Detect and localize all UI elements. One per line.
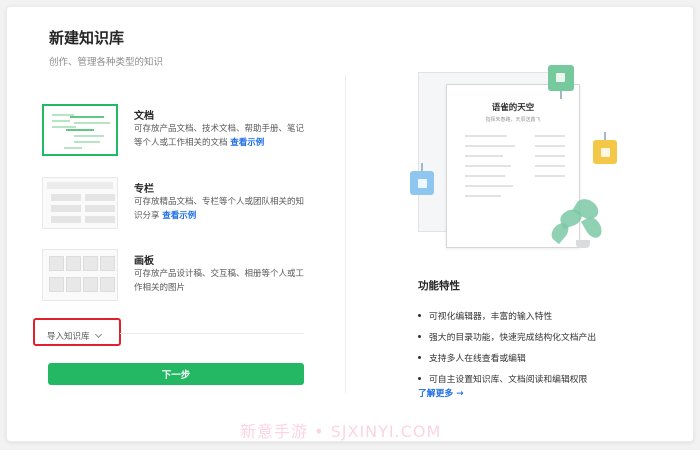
- document-thumbnail: [42, 104, 118, 156]
- type-description: 可存放产品文档、技术文档、帮助手册、笔记等个人或工作相关的文档 查看示例: [134, 124, 305, 148]
- panel-divider: [345, 75, 346, 393]
- type-name: 画板: [134, 256, 154, 267]
- type-name: 文档: [134, 111, 154, 122]
- type-option-board[interactable]: 画板 可存放产品设计稿、交互稿、相册等个人或工作相关的图片: [42, 249, 304, 309]
- features-list: 可视化编辑器，丰富的输入特性 强大的目录功能，快速完成结构化文档产出 支持多人在…: [418, 305, 596, 389]
- board-thumbnail: [42, 249, 118, 301]
- yellow-note-icon: [593, 140, 617, 164]
- import-divider: [120, 333, 304, 334]
- dialog-subtitle: 创作、管理各种类型的知识: [49, 57, 164, 68]
- green-note-icon: [548, 65, 574, 91]
- dialog-title: 新建知识库: [49, 29, 125, 47]
- import-knowledge-base-toggle[interactable]: 导入知识库: [43, 326, 105, 346]
- feature-item: 强大的目录功能，快速完成结构化文档产出: [418, 326, 596, 347]
- watermark: 新意手游 • SJXINYI.COM: [240, 422, 442, 441]
- features-title: 功能特性: [418, 280, 460, 292]
- type-description: 可存放产品设计稿、交互稿、相册等个人或工作相关的图片: [134, 269, 305, 293]
- type-description: 可存放精品文档、专栏等个人或团队相关的知识分享 查看示例: [134, 197, 305, 221]
- next-step-button[interactable]: 下一步: [48, 363, 304, 385]
- knowledge-base-illustration: 语雀的天空 指挥朱春路，天辰送鑫飞: [410, 60, 620, 260]
- feature-item: 支持多人在线查看或编辑: [418, 347, 596, 368]
- chevron-down-icon: [94, 330, 102, 339]
- view-example-link[interactable]: 查看示例: [162, 211, 196, 221]
- column-thumbnail: [42, 177, 118, 229]
- view-example-link[interactable]: 查看示例: [230, 138, 264, 148]
- learn-more-link[interactable]: 了解更多 →: [418, 386, 464, 399]
- feature-item: 可视化编辑器，丰富的输入特性: [418, 305, 596, 326]
- type-option-column[interactable]: 专栏 可存放精品文档、专栏等个人或团队相关的知识分享 查看示例: [42, 177, 304, 237]
- type-option-document[interactable]: 文档 可存放产品文档、技术文档、帮助手册、笔记等个人或工作相关的文档 查看示例: [42, 104, 304, 164]
- type-name: 专栏: [134, 184, 154, 195]
- illustration-title: 语雀的天空: [491, 103, 535, 113]
- import-label: 导入知识库: [47, 332, 90, 342]
- blue-note-icon: [410, 171, 434, 195]
- illustration-subtitle: 指挥朱春路，天辰送鑫飞: [485, 117, 541, 123]
